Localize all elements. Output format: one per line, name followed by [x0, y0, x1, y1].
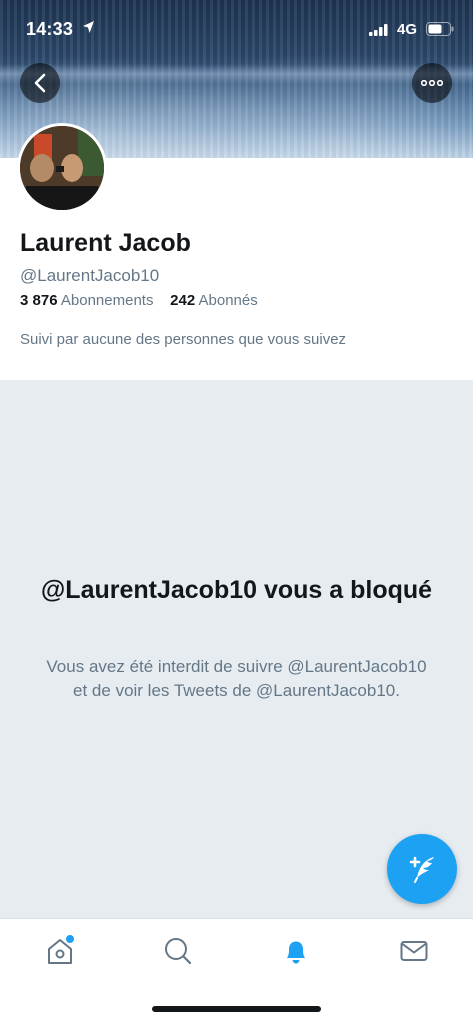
followed-by-text: Suivi par aucune des personnes que vous … [20, 331, 347, 348]
compose-tweet-button[interactable] [387, 834, 457, 904]
followers-count: 242 [170, 292, 196, 309]
following-link[interactable]: 3 876 Abonnements [20, 292, 153, 309]
avatar[interactable] [17, 123, 107, 213]
avatar-photo [20, 126, 104, 210]
signal-icon [369, 24, 388, 36]
tab-search[interactable] [161, 934, 195, 968]
more-options-button[interactable] [412, 63, 452, 103]
followers-link[interactable]: 242 Abonnés [170, 292, 258, 309]
followers-label: Abonnés [198, 292, 258, 309]
blocked-description: Vous avez été interdit de suivre @Lauren… [46, 657, 427, 700]
tab-messages[interactable] [397, 934, 431, 968]
network-label: 4G [397, 21, 418, 38]
status-bar: 14:33 4G [0, 0, 473, 58]
home-indicator [152, 1006, 321, 1012]
mail-icon [400, 941, 428, 961]
battery-icon [426, 22, 454, 36]
home-icon [48, 935, 74, 964]
tab-home[interactable] [43, 934, 77, 968]
blocked-title: @LaurentJacob10 vous a bloqué [40, 576, 433, 604]
back-button[interactable] [20, 63, 60, 103]
status-time: 14:33 [26, 19, 74, 39]
tab-notifications[interactable] [279, 934, 313, 968]
notifications-bell-icon [287, 941, 305, 964]
location-arrow-icon [83, 21, 94, 33]
chevron-left-icon [34, 73, 46, 93]
search-icon [165, 938, 192, 965]
profile-name: Laurent Jacob [20, 229, 191, 257]
profile-handle: @LaurentJacob10 [20, 266, 160, 285]
compose-feather-icon [409, 856, 434, 883]
more-dots-icon [421, 80, 443, 86]
following-label: Abonnements [60, 292, 154, 309]
following-count: 3 876 [20, 292, 58, 309]
follow-counts: 3 876 Abonnements 242 Abonnés [20, 292, 258, 309]
